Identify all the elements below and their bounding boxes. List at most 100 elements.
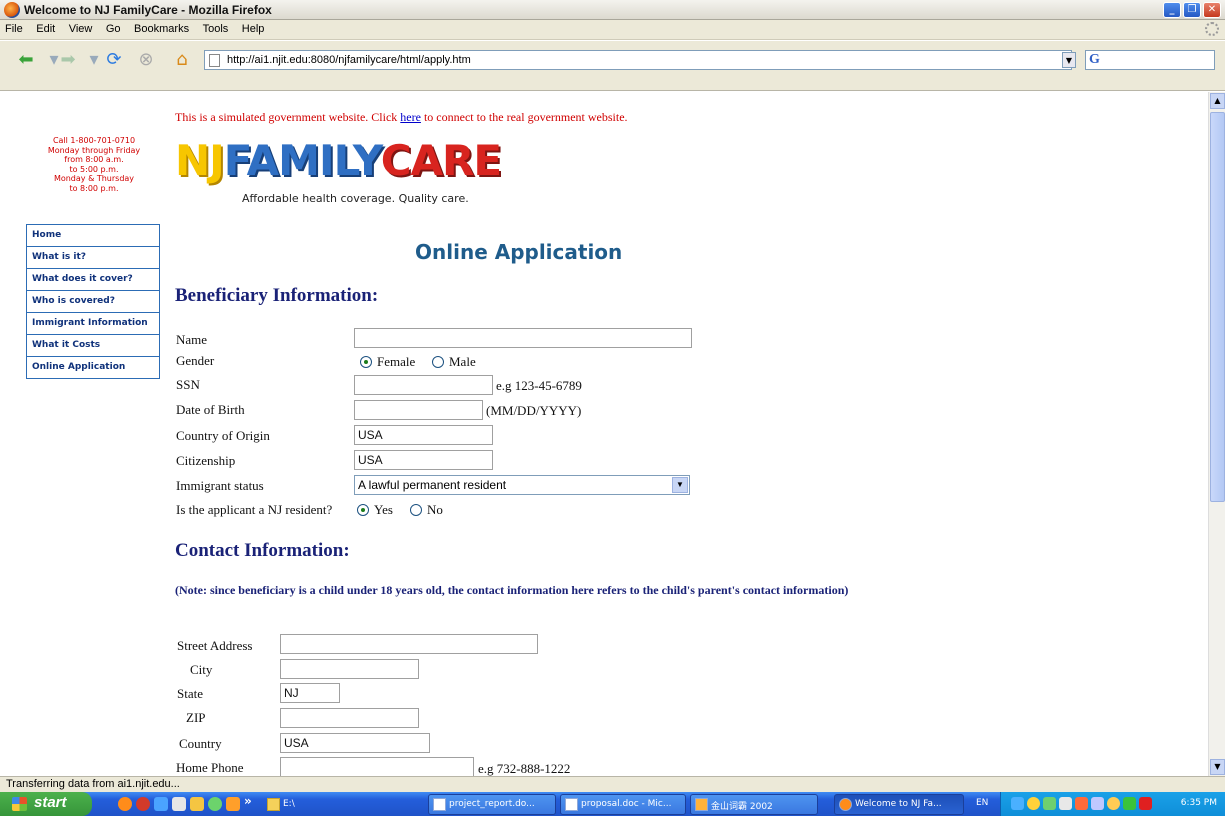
maximize-button[interactable]: ❐ <box>1183 2 1201 18</box>
page-icon <box>209 54 220 67</box>
sidebar-item-immigrant-information[interactable]: Immigrant Information <box>26 312 160 335</box>
ssn-input[interactable] <box>354 375 493 395</box>
country-origin-input[interactable] <box>354 425 493 445</box>
resident-no-label: No <box>427 502 443 517</box>
home-icon[interactable]: ⌂ <box>170 49 194 71</box>
back-arrow-icon[interactable]: ⬅ <box>14 49 38 71</box>
taskbar-folder[interactable]: E:\ <box>262 794 324 815</box>
sidebar-item-what-is-it[interactable]: What is it? <box>26 246 160 269</box>
google-icon: G <box>1089 52 1100 67</box>
firefox-icon[interactable] <box>118 797 132 811</box>
window-title: Welcome to NJ FamilyCare - Mozilla Firef… <box>24 3 272 17</box>
dob-input[interactable] <box>354 400 483 420</box>
menu-file[interactable]: File <box>0 20 28 38</box>
city-label: City <box>190 662 213 677</box>
media-icon[interactable] <box>136 797 150 811</box>
state-input[interactable] <box>280 683 340 703</box>
page-content: This is a simulated government website. … <box>0 92 1208 776</box>
sidebar-item-online-application[interactable]: Online Application <box>26 356 160 379</box>
firefox-icon <box>4 2 20 18</box>
windows-logo-icon <box>12 797 27 811</box>
menu-go[interactable]: Go <box>101 20 126 38</box>
desktop-icon[interactable] <box>172 797 186 811</box>
sidebar-item-what-it-costs[interactable]: What it Costs <box>26 334 160 357</box>
name-input[interactable] <box>354 328 692 348</box>
tray-app-icon[interactable] <box>1059 797 1072 810</box>
call-hours: Call 1-800-701-0710 Monday through Frida… <box>47 136 141 193</box>
start-button[interactable]: start <box>0 792 92 816</box>
state-label: State <box>177 686 203 701</box>
gender-female-radio[interactable] <box>360 356 372 368</box>
volume-icon[interactable] <box>1091 797 1104 810</box>
beneficiary-heading: Beneficiary Information: <box>175 285 379 306</box>
page-scrollbar[interactable]: ▲ ▼ <box>1208 92 1225 776</box>
tray-app-icon[interactable] <box>1075 797 1088 810</box>
contact-note: (Note: since beneficiary is a child unde… <box>175 583 849 597</box>
messenger-icon[interactable] <box>1027 797 1040 810</box>
taskbar-item[interactable]: proposal.doc - Mic... <box>560 794 686 815</box>
citizenship-input[interactable] <box>354 450 493 470</box>
street-input[interactable] <box>280 634 538 654</box>
city-input[interactable] <box>280 659 419 679</box>
zip-input[interactable] <box>280 708 419 728</box>
chevron-down-icon[interactable]: ▼ <box>672 477 688 493</box>
mail-icon[interactable] <box>1139 797 1152 810</box>
app-icon[interactable] <box>226 797 240 811</box>
street-label: Street Address <box>177 638 253 653</box>
tray-app-icon[interactable] <box>1123 797 1136 810</box>
scroll-up-icon[interactable]: ▲ <box>1210 93 1225 109</box>
gender-female-label: Female <box>377 354 416 369</box>
gender-male-radio[interactable] <box>432 356 444 368</box>
taskbar-item[interactable]: 金山词霸 2002 <box>690 794 818 815</box>
taskbar-item[interactable]: project_report.do... <box>428 794 556 815</box>
windows-taskbar: start » E:\ project_report.do... proposa… <box>0 792 1225 816</box>
ssn-hint: e.g 123-45-6789 <box>496 378 582 393</box>
tray-app-icon[interactable] <box>1043 797 1056 810</box>
sidebar-item-home[interactable]: Home <box>26 224 160 247</box>
simulation-notice: This is a simulated government website. … <box>175 110 628 124</box>
folder-icon <box>267 798 280 811</box>
resident-no-radio[interactable] <box>410 504 422 516</box>
close-button[interactable]: ✕ <box>1203 2 1221 18</box>
system-tray: 6:35 PM <box>1000 792 1225 816</box>
minimize-button[interactable]: _ <box>1163 2 1181 18</box>
clock: 6:35 PM <box>1180 798 1217 808</box>
home-phone-label: Home Phone <box>176 760 244 775</box>
firefox-icon <box>839 798 852 811</box>
home-phone-input[interactable] <box>280 757 474 776</box>
taskbar-item-active[interactable]: Welcome to NJ Fa... <box>834 794 964 815</box>
contact-country-input[interactable] <box>280 733 430 753</box>
word-doc-icon <box>433 798 446 811</box>
menu-edit[interactable]: Edit <box>31 20 60 38</box>
menu-tools[interactable]: Tools <box>198 20 234 38</box>
forward-arrow-icon[interactable]: ➡ <box>56 49 80 71</box>
sidebar-nav: Home What is it? What does it cover? Who… <box>26 224 160 379</box>
url-dropdown-icon[interactable]: ▼ <box>1062 52 1076 68</box>
menu-help[interactable]: Help <box>237 20 270 38</box>
player-icon[interactable] <box>208 797 222 811</box>
sidebar-item-who-is-covered[interactable]: Who is covered? <box>26 290 160 313</box>
immigrant-status-select[interactable]: A lawful permanent resident ▼ <box>354 475 690 495</box>
tray-app-icon[interactable] <box>1107 797 1120 810</box>
contact-heading: Contact Information: <box>175 540 350 561</box>
ie-icon[interactable] <box>154 797 168 811</box>
contact-country-label: Country <box>179 736 222 751</box>
address-bar[interactable]: http://ai1.njit.edu:8080/njfamilycare/ht… <box>204 50 1072 70</box>
sidebar-item-what-does-it-cover[interactable]: What does it cover? <box>26 268 160 291</box>
pencil-icon[interactable] <box>190 797 204 811</box>
menu-bookmarks[interactable]: Bookmarks <box>129 20 194 38</box>
gender-label: Gender <box>176 353 215 368</box>
language-indicator[interactable]: EN <box>976 798 988 808</box>
reload-icon[interactable]: ⟳ <box>102 49 126 71</box>
scroll-thumb[interactable] <box>1210 112 1225 502</box>
navigation-toolbar: ⬅ ▾ ➡ ▾ ⟳ ⊗ ⌂ http://ai1.njit.edu:8080/n… <box>0 41 1225 91</box>
google-search-box[interactable]: G <box>1085 50 1215 70</box>
home-phone-hint: e.g 732-888-1222 <box>478 761 571 776</box>
real-site-link[interactable]: here <box>400 110 421 124</box>
scroll-down-icon[interactable]: ▼ <box>1210 759 1225 775</box>
network-icon[interactable] <box>1011 797 1024 810</box>
resident-yes-radio[interactable] <box>357 504 369 516</box>
menu-view[interactable]: View <box>64 20 98 38</box>
stop-icon[interactable]: ⊗ <box>134 49 158 71</box>
chevron-right-icon[interactable]: » <box>244 794 258 808</box>
